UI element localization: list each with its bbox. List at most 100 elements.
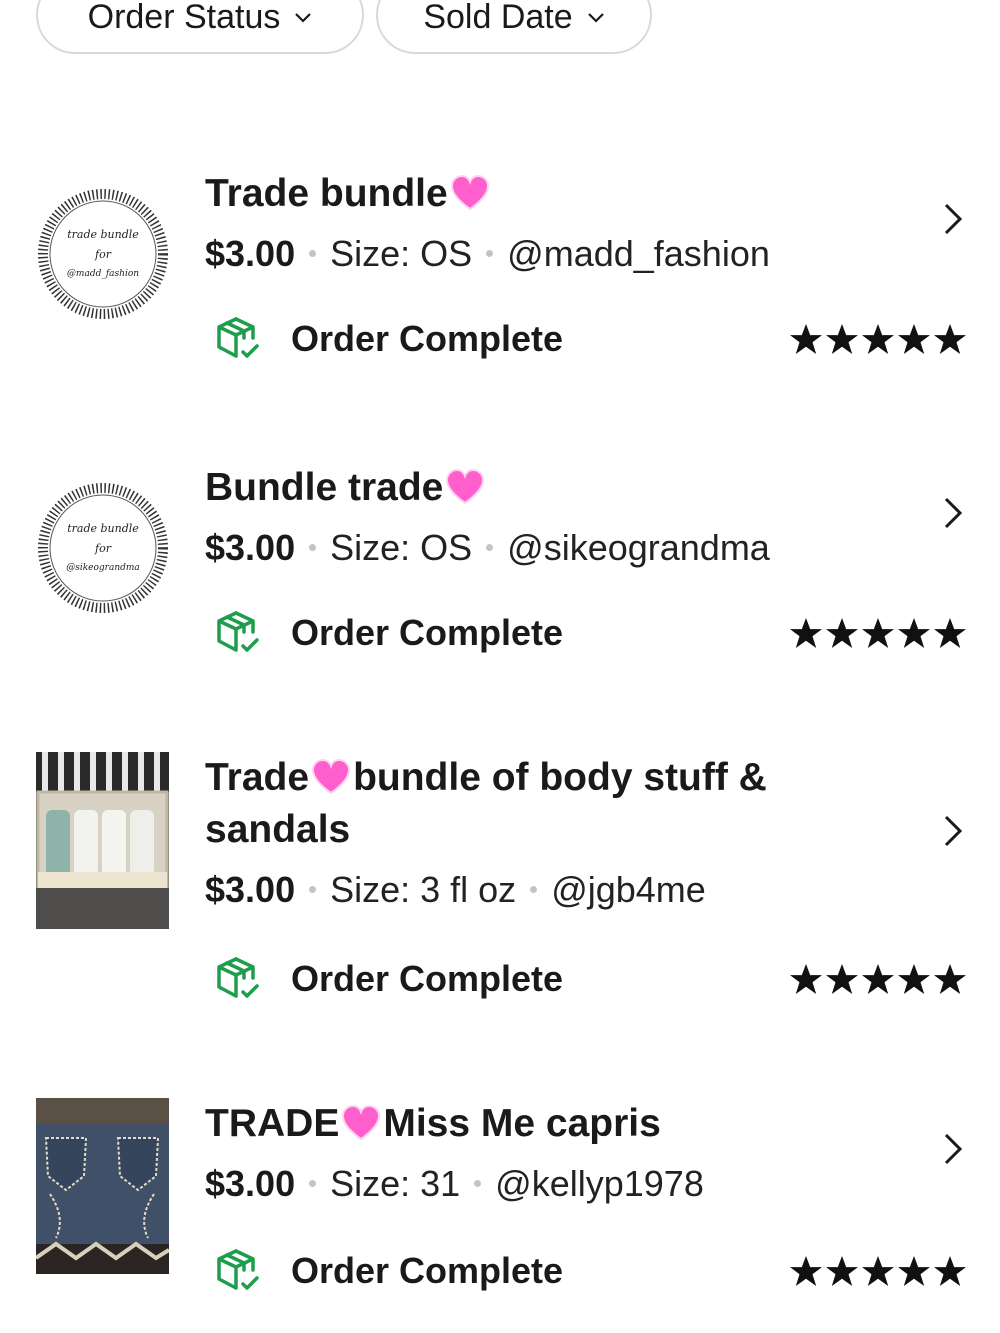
order-status-text: Order Complete — [291, 612, 564, 653]
rating-stars — [788, 616, 968, 652]
rating-stars — [788, 962, 968, 998]
order-title-text: sandals — [205, 808, 351, 851]
rating-stars — [788, 1254, 968, 1290]
package-check-icon — [217, 317, 259, 358]
order-title: Trade bundle of body stuff & sandals — [205, 752, 805, 856]
thumb-text-line: for — [94, 542, 112, 555]
star-icon — [826, 324, 858, 354]
chevron-right-icon[interactable] — [940, 202, 968, 236]
order-user[interactable]: @kellyp1978 — [495, 1163, 704, 1204]
order-user[interactable]: @sikeograndma — [507, 527, 770, 568]
separator-dot — [486, 544, 494, 551]
package-check-icon — [217, 611, 259, 652]
chevron-right-icon[interactable] — [940, 1132, 968, 1166]
pink-heart-icon — [342, 1104, 381, 1141]
separator-dot — [486, 250, 494, 257]
chevron-right-icon[interactable] — [940, 814, 968, 848]
capris-photo — [36, 1098, 169, 1274]
star-icon — [826, 1256, 858, 1286]
order-item[interactable]: TRADE Miss Me capris $3.00 Size: 31 @kellyp… — [0, 1098, 1000, 1318]
star-icon — [898, 324, 930, 354]
order-user[interactable]: @madd_fashion — [507, 233, 770, 274]
order-title-text: bundle of body stuff & — [353, 756, 767, 799]
order-size: Size: OS — [330, 233, 473, 274]
order-size: Size: 31 — [330, 1163, 461, 1204]
order-meta: $3.00 Size: OS @sikeograndma — [205, 526, 805, 570]
sold-date-filter[interactable]: Sold Date — [376, 0, 652, 54]
order-meta: $3.00 Size: 3 fl oz @jgb4me — [205, 868, 805, 912]
thumb-text-line: @madd_fashion — [67, 269, 139, 279]
filter-bar: Order Status Sold Date — [36, 0, 652, 54]
star-icon — [934, 1256, 966, 1286]
order-status: Order Complete — [215, 316, 563, 362]
star-icon — [934, 324, 966, 354]
order-item[interactable]: Trade bundle of body stuff & sandals $3.00… — [0, 752, 1000, 1012]
chevron-right-icon[interactable] — [940, 496, 968, 530]
pink-heart-icon — [446, 468, 485, 505]
order-title-text: Trade bundle — [205, 172, 448, 215]
package-check-icon — [217, 957, 259, 998]
star-icon — [934, 964, 966, 994]
sold-date-filter-label: Sold Date — [423, 0, 573, 36]
star-icon — [862, 618, 894, 648]
star-icon — [826, 618, 858, 648]
order-status-filter-label: Order Status — [87, 0, 281, 36]
star-icon — [862, 324, 894, 354]
order-thumbnail: trade bundle for @madd_fashion — [36, 170, 169, 338]
thumb-text-line: @sikeograndma — [66, 563, 140, 573]
order-title-text: Bundle trade — [205, 466, 444, 509]
thumb-text-line: trade bundle — [67, 228, 139, 241]
order-status-text: Order Complete — [291, 318, 564, 359]
trade-bundle-card-image: trade bundle for @sikeograndma — [36, 464, 169, 632]
star-icon — [934, 618, 966, 648]
star-icon — [790, 618, 822, 648]
separator-dot — [309, 544, 317, 551]
thumb-text-line: for — [94, 248, 112, 261]
pink-heart-icon — [450, 174, 489, 211]
star-icon — [862, 1256, 894, 1286]
star-icon — [898, 618, 930, 648]
order-user[interactable]: @jgb4me — [551, 869, 706, 910]
separator-dot — [474, 1180, 482, 1187]
order-price: $3.00 — [205, 869, 296, 910]
order-price: $3.00 — [205, 1163, 296, 1204]
star-icon — [790, 964, 822, 994]
order-item[interactable]: trade bundle for @madd_fashion Trade bun… — [0, 168, 1000, 388]
order-title: Bundle trade — [205, 462, 805, 514]
separator-dot — [309, 886, 317, 893]
order-title-text: TRADE — [205, 1102, 340, 1145]
star-icon — [790, 1256, 822, 1286]
order-item[interactable]: trade bundle for @sikeograndma Bundle tr… — [0, 462, 1000, 682]
order-status: Order Complete — [215, 1248, 563, 1294]
chevron-down-icon — [295, 13, 312, 23]
star-icon — [862, 964, 894, 994]
star-icon — [826, 964, 858, 994]
body-stuff-photo — [36, 752, 169, 929]
pink-heart-icon — [312, 758, 351, 795]
order-meta: $3.00 Size: OS @madd_fashion — [205, 232, 805, 276]
order-price: $3.00 — [205, 527, 296, 568]
order-thumbnail — [36, 752, 169, 929]
order-size: Size: 3 fl oz — [330, 869, 517, 910]
thumb-text-line: trade bundle — [67, 522, 139, 535]
star-icon — [898, 1256, 930, 1286]
order-thumbnail: trade bundle for @sikeograndma — [36, 464, 169, 632]
star-icon — [790, 324, 822, 354]
order-size: Size: OS — [330, 527, 473, 568]
order-price: $3.00 — [205, 233, 296, 274]
order-status-text: Order Complete — [291, 1250, 564, 1291]
order-title: TRADE Miss Me capris — [205, 1098, 805, 1150]
order-status-filter[interactable]: Order Status — [36, 0, 364, 54]
chevron-down-icon — [587, 13, 604, 23]
separator-dot — [530, 886, 538, 893]
order-title: Trade bundle — [205, 168, 805, 220]
order-title-text: Trade — [205, 756, 310, 799]
trade-bundle-card-image: trade bundle for @madd_fashion — [36, 170, 169, 338]
order-status: Order Complete — [215, 610, 563, 656]
rating-stars — [788, 322, 968, 358]
order-thumbnail — [36, 1098, 169, 1274]
separator-dot — [309, 1180, 317, 1187]
star-icon — [898, 964, 930, 994]
separator-dot — [309, 250, 317, 257]
order-title-text: Miss Me capris — [383, 1102, 661, 1145]
